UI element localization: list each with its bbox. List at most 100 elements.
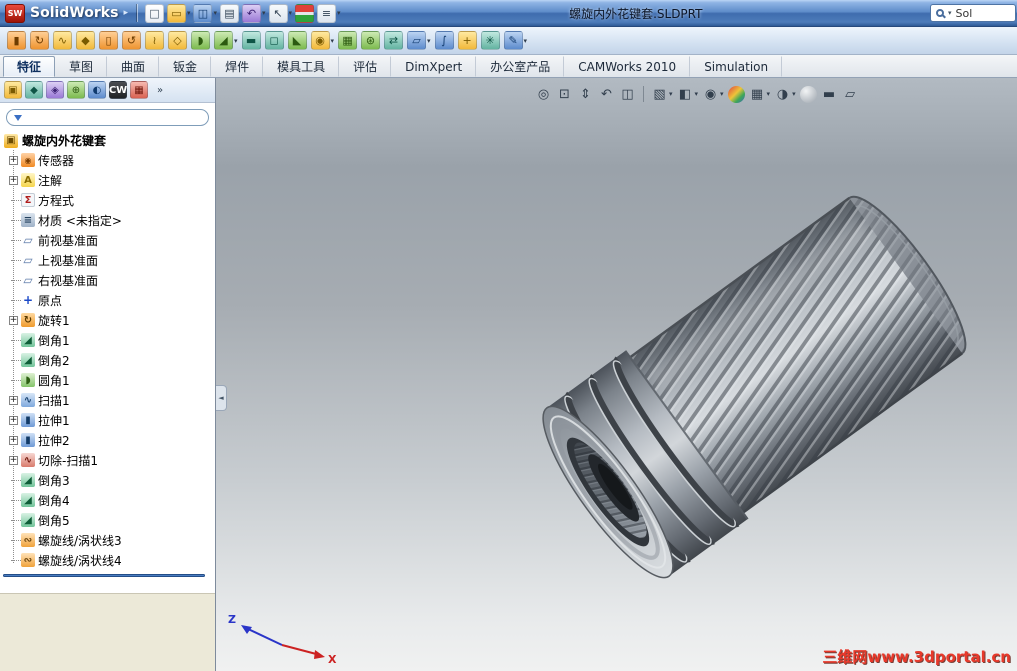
tree-item[interactable]: 拉伸2: [0, 430, 215, 450]
new-document-icon[interactable]: □: [144, 2, 165, 24]
view-orientation-icon[interactable]: ▧: [650, 83, 674, 105]
expand-toggle-icon[interactable]: [9, 356, 21, 365]
extruded-cut-icon[interactable]: ▯: [98, 30, 119, 52]
tree-filter[interactable]: [6, 109, 209, 126]
expand-toggle-icon[interactable]: [9, 175, 18, 185]
section-view-icon[interactable]: ◫: [618, 83, 637, 105]
previous-view-icon[interactable]: ↶: [597, 83, 616, 105]
expand-toggle-icon[interactable]: [9, 216, 21, 225]
instant3d-icon[interactable]: +: [457, 30, 478, 52]
expand-toggle-icon[interactable]: [9, 455, 18, 465]
tree-item[interactable]: 螺旋线/涡状线4: [0, 550, 215, 570]
tab-surfaces[interactable]: 曲面: [107, 56, 160, 77]
tree-item[interactable]: 切除-扫描1: [0, 450, 215, 470]
graphics-area[interactable]: ◎ ⊡ ⇕ ↶ ◫ ▧ ◧: [216, 78, 1017, 671]
tab-evaluate[interactable]: 评估: [339, 56, 392, 77]
expand-toggle-icon[interactable]: [9, 536, 21, 545]
panel-tabs-overflow-icon[interactable]: »: [150, 79, 170, 101]
tree-item[interactable]: 上视基准面: [0, 250, 215, 270]
tree-item[interactable]: 扫描1: [0, 390, 215, 410]
search-scope-dropdown-icon[interactable]: ▾: [948, 9, 952, 17]
tree-root-item[interactable]: 螺旋内外花键套: [0, 131, 215, 150]
expand-toggle-icon[interactable]: [9, 376, 21, 385]
display-style-icon[interactable]: ◧: [676, 83, 700, 105]
tree-item[interactable]: 圆角1: [0, 370, 215, 390]
tree-item[interactable]: 方程式: [0, 190, 215, 210]
tree-filter-input[interactable]: [27, 111, 201, 124]
configurationmanager-tab-icon[interactable]: ◈: [45, 79, 65, 101]
search-input[interactable]: Sol: [956, 7, 973, 20]
tab-sketch[interactable]: 草图: [55, 56, 108, 77]
tree-item[interactable]: 旋转1: [0, 310, 215, 330]
tree-item[interactable]: 倒角3: [0, 470, 215, 490]
expand-toggle-icon[interactable]: [9, 415, 18, 425]
displaymanager-tab-icon[interactable]: ◐: [87, 79, 107, 101]
tree-item[interactable]: 注解: [0, 170, 215, 190]
expand-toggle-icon[interactable]: [9, 556, 21, 565]
linear-pattern-icon[interactable]: ▦: [337, 30, 358, 52]
camworks-feature-tree-tab-icon[interactable]: CW: [108, 79, 128, 101]
lofted-boss-icon[interactable]: ◆: [75, 30, 96, 52]
expand-toggle-icon[interactable]: [9, 315, 18, 325]
tree-item[interactable]: 原点: [0, 290, 215, 310]
shadows-icon[interactable]: ▬: [820, 83, 839, 105]
perspective-icon[interactable]: ▱: [841, 83, 860, 105]
expand-toggle-icon[interactable]: [9, 276, 21, 285]
tree-item[interactable]: 右视基准面: [0, 270, 215, 290]
tree-item[interactable]: 倒角4: [0, 490, 215, 510]
hide-show-items-icon[interactable]: ◉: [701, 83, 725, 105]
tab-sheet-metal[interactable]: 钣金: [159, 56, 212, 77]
print-icon[interactable]: ▤: [219, 2, 240, 24]
expand-toggle-icon[interactable]: [9, 336, 21, 345]
tree-item[interactable]: 材质 <未指定>: [0, 210, 215, 230]
expand-toggle-icon[interactable]: [9, 395, 18, 405]
rollback-bar[interactable]: [3, 574, 205, 577]
expand-toggle-icon[interactable]: [9, 496, 21, 505]
open-icon[interactable]: ▭: [166, 2, 192, 24]
draft-icon[interactable]: ◣: [287, 30, 308, 52]
expand-toggle-icon[interactable]: [9, 476, 21, 485]
circular-pattern-icon[interactable]: ⊛: [360, 30, 381, 52]
rebuild-icon[interactable]: [294, 2, 315, 24]
tab-weldments[interactable]: 焊件: [211, 56, 264, 77]
panel-collapse-button[interactable]: ◄: [216, 385, 227, 411]
save-icon[interactable]: ◫: [192, 2, 218, 24]
options-icon[interactable]: ≡: [316, 2, 342, 24]
search-box[interactable]: ▾ Sol: [930, 4, 1016, 22]
extruded-boss-icon[interactable]: ▮: [6, 30, 27, 52]
swept-cut-icon[interactable]: ≀: [144, 30, 165, 52]
shell-icon[interactable]: ◻: [264, 30, 285, 52]
chamfer-icon[interactable]: ◢: [213, 30, 239, 52]
revolved-cut-icon[interactable]: ↺: [121, 30, 142, 52]
sketch-icon[interactable]: ✎: [503, 30, 529, 52]
rib-icon[interactable]: ▬: [241, 30, 262, 52]
expand-toggle-icon[interactable]: [9, 296, 21, 305]
zoom-fit-icon[interactable]: ◎: [534, 83, 553, 105]
view-settings-icon[interactable]: ◑: [773, 83, 797, 105]
lofted-cut-icon[interactable]: ◇: [167, 30, 188, 52]
apply-scene-icon[interactable]: ▦: [748, 83, 772, 105]
camworks-operation-tree-tab-icon[interactable]: ▦: [129, 79, 149, 101]
tab-dimxpert[interactable]: DimXpert: [391, 56, 477, 77]
realview-icon[interactable]: ●: [799, 83, 818, 105]
solidworks-logo-icon[interactable]: SW: [5, 3, 25, 23]
tab-mold-tools[interactable]: 模具工具: [263, 56, 340, 77]
tree-item[interactable]: 前视基准面: [0, 230, 215, 250]
swept-boss-icon[interactable]: ∿: [52, 30, 73, 52]
tree-item[interactable]: 倒角5: [0, 510, 215, 530]
expand-toggle-icon[interactable]: [9, 516, 21, 525]
fillet-icon[interactable]: ◗: [190, 30, 211, 52]
tree-item[interactable]: 拉伸1: [0, 410, 215, 430]
menu-expand-icon[interactable]: ▸: [123, 8, 128, 18]
select-icon[interactable]: ↖: [268, 2, 294, 24]
revolved-boss-icon[interactable]: ↻: [29, 30, 50, 52]
tree-item[interactable]: 传感器: [0, 150, 215, 170]
hole-wizard-icon[interactable]: ◉: [310, 30, 336, 52]
mirror-icon[interactable]: ⇄: [383, 30, 404, 52]
zoom-area-icon[interactable]: ⊡: [555, 83, 574, 105]
expand-toggle-icon[interactable]: [9, 435, 18, 445]
tree-item[interactable]: 倒角2: [0, 350, 215, 370]
tab-office-products[interactable]: 办公室产品: [476, 56, 565, 77]
tree-item[interactable]: 螺旋线/涡状线3: [0, 530, 215, 550]
measure-icon[interactable]: ✳: [480, 30, 501, 52]
